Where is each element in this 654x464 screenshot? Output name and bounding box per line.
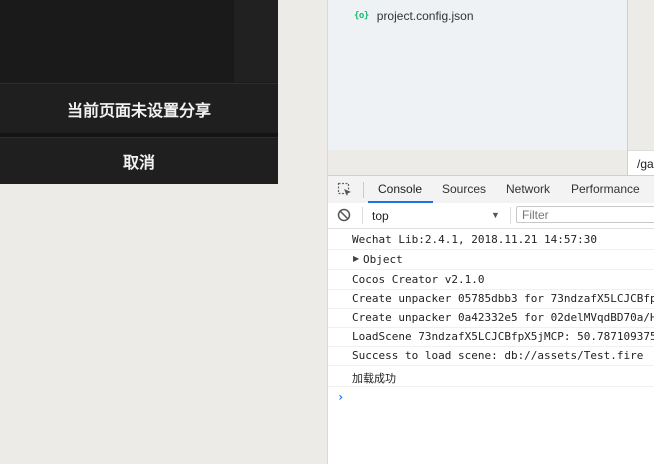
- file-name: project.config.json: [376, 9, 474, 23]
- log-text: Wechat Lib:2.4.1, 2018.11.21 14:57:30: [352, 233, 598, 246]
- log-text: Create unpacker 05785dbb3 for 73ndzafX5L…: [352, 292, 654, 305]
- simulator-panel: 当前页面未设置分享 取消: [0, 0, 278, 184]
- file-tree-item-project-config[interactable]: {o} project.config.json: [354, 9, 474, 23]
- share-menu-item[interactable]: 当前页面未设置分享: [0, 83, 278, 134]
- devtools-panel: Console Sources Network Performance top …: [328, 175, 654, 464]
- simulator-content-edge: [234, 0, 278, 82]
- expand-triangle-icon[interactable]: ▶: [353, 254, 359, 263]
- filter-separator: [362, 207, 363, 224]
- log-text: Create unpacker 0a42332e5 for 02delMVqdB…: [352, 311, 654, 324]
- file-tree: {o} project.config.json: [328, 0, 628, 150]
- context-selector[interactable]: top: [372, 209, 389, 223]
- cancel-button[interactable]: 取消: [0, 137, 278, 184]
- json-file-icon: {o}: [354, 11, 369, 21]
- console-log-row: Success to load scene: db://assets/Test.…: [328, 346, 654, 366]
- editor-path-text: /ga: [637, 157, 654, 171]
- log-object-text[interactable]: Object: [363, 253, 403, 266]
- editor-path-bar: /ga: [628, 150, 654, 176]
- cancel-button-label: 取消: [122, 153, 155, 172]
- context-dropdown-icon[interactable]: ▼: [491, 210, 500, 220]
- console-log-row: Cocos Creator v2.1.0: [328, 270, 654, 290]
- console-log-row: Create unpacker 05785dbb3 for 73ndzafX5L…: [328, 289, 654, 309]
- console-log-object-row[interactable]: ▶ Object: [328, 250, 654, 270]
- share-menu-label: 当前页面未设置分享: [66, 101, 211, 120]
- clear-console-icon[interactable]: [337, 208, 351, 222]
- filter-separator: [510, 207, 511, 224]
- console-log-row: Wechat Lib:2.4.1, 2018.11.21 14:57:30: [328, 230, 654, 250]
- console-log-row: LoadScene 73ndzafX5LCJCBfpX5jMCP: 50.787…: [328, 327, 654, 347]
- tab-performance[interactable]: Performance: [571, 176, 640, 203]
- tab-sources[interactable]: Sources: [442, 176, 486, 203]
- log-text: 加载成功: [352, 372, 396, 385]
- devtools-tab-bar: Console Sources Network Performance: [328, 175, 654, 204]
- console-filter-input[interactable]: Filter: [516, 206, 654, 223]
- tab-console[interactable]: Console: [378, 176, 422, 203]
- tab-network[interactable]: Network: [506, 176, 550, 203]
- console-prompt-icon[interactable]: ›: [337, 390, 344, 404]
- log-text: LoadScene 73ndzafX5LCJCBfpX5jMCP: 50.787…: [352, 330, 654, 343]
- tab-separator: [363, 182, 364, 198]
- editor-divider: [627, 0, 628, 175]
- log-text: Cocos Creator v2.1.0: [352, 273, 485, 286]
- console-log-row: Create unpacker 0a42332e5 for 02delMVqdB…: [328, 308, 654, 328]
- console-log-row: 加载成功: [328, 367, 654, 387]
- inspect-element-icon[interactable]: [337, 182, 353, 198]
- log-text: Success to load scene: db://assets/Test.…: [352, 349, 644, 362]
- console-filter-bar: top ▼ Filter: [328, 203, 654, 229]
